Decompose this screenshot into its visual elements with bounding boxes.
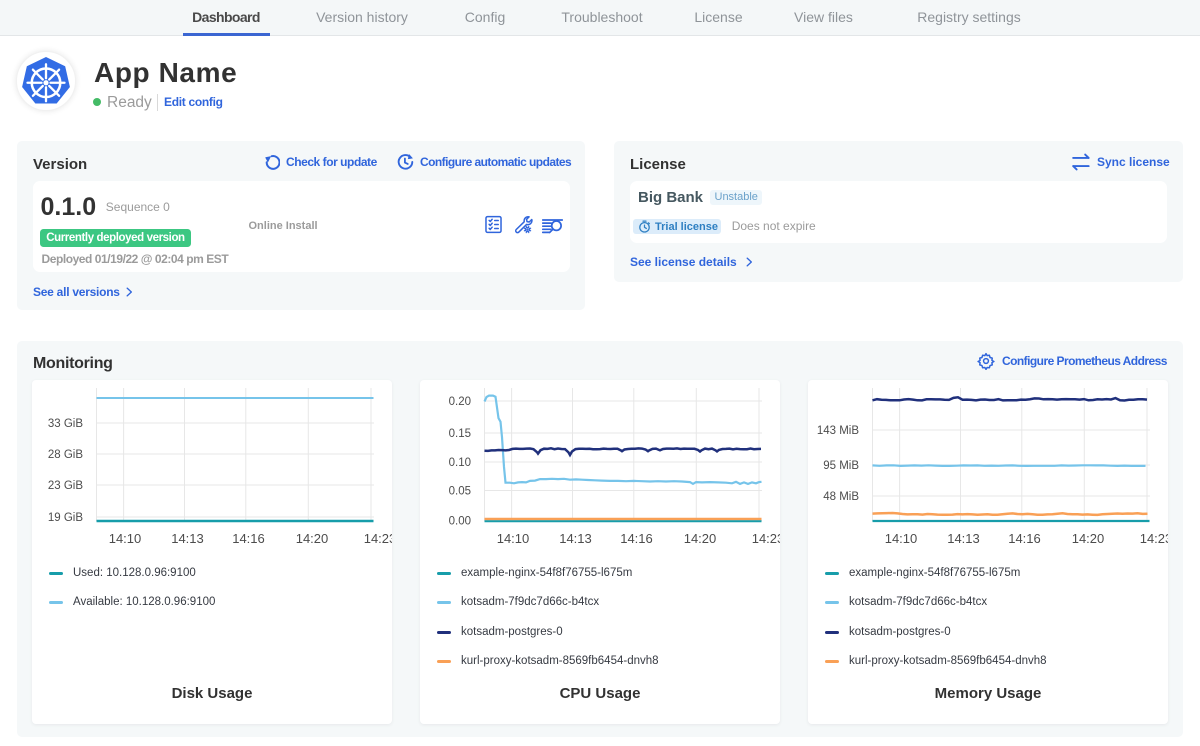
svg-text:14:10: 14:10: [885, 531, 918, 546]
svg-text:14:16: 14:16: [620, 531, 653, 546]
svg-text:48 MiB: 48 MiB: [823, 491, 859, 503]
svg-text:0.05: 0.05: [449, 486, 471, 498]
svg-text:14:23: 14:23: [752, 531, 780, 546]
svg-text:19 GiB: 19 GiB: [48, 512, 83, 524]
svg-text:14:13: 14:13: [947, 531, 980, 546]
svg-text:14:13: 14:13: [171, 531, 204, 546]
svg-text:143 MiB: 143 MiB: [817, 425, 860, 437]
svg-text:14:23: 14:23: [364, 531, 392, 546]
svg-text:0.20: 0.20: [449, 396, 471, 408]
svg-text:0.15: 0.15: [449, 428, 471, 440]
svg-text:33 GiB: 33 GiB: [48, 418, 83, 430]
svg-text:14:16: 14:16: [232, 531, 265, 546]
svg-text:28 GiB: 28 GiB: [48, 449, 83, 461]
svg-text:14:23: 14:23: [1140, 531, 1168, 546]
svg-text:23 GiB: 23 GiB: [48, 480, 83, 492]
svg-text:14:10: 14:10: [109, 531, 142, 546]
svg-text:0.00: 0.00: [449, 516, 471, 528]
svg-text:14:13: 14:13: [559, 531, 592, 546]
svg-text:14:20: 14:20: [296, 531, 329, 546]
svg-text:0.10: 0.10: [449, 457, 471, 469]
svg-text:14:10: 14:10: [497, 531, 530, 546]
svg-text:14:20: 14:20: [684, 531, 717, 546]
svg-text:95 MiB: 95 MiB: [823, 460, 859, 472]
svg-text:14:16: 14:16: [1008, 531, 1041, 546]
svg-text:14:20: 14:20: [1072, 531, 1105, 546]
